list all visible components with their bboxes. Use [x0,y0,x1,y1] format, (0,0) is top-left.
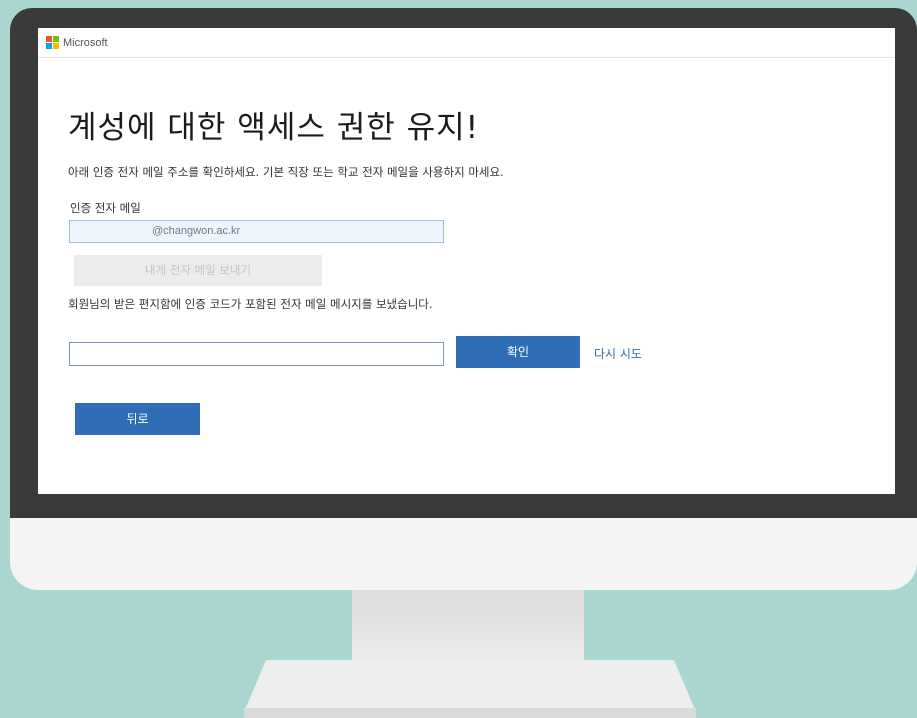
retry-link[interactable]: 다시 시도 [594,345,642,362]
verification-email-field: @changwon.ac.kr [69,220,444,243]
monitor-neck [352,590,584,664]
monitor-screen: Microsoft 계성에 대한 액세스 권한 유지! 아래 인증 전자 메일 … [38,28,895,494]
monitor-chin [10,518,917,590]
monitor-foot [244,660,696,712]
email-field-label: 인증 전자 메일 [70,201,141,215]
monitor-foot-edge [244,708,696,718]
instruction-text: 아래 인증 전자 메일 주소를 확인하세요. 기본 직장 또는 학교 전자 메일… [68,165,504,179]
code-sent-message: 회원님의 받은 편지함에 인증 코드가 포함된 전자 메일 메시지를 보냈습니다… [68,297,433,311]
illustration-stage: Microsoft 계성에 대한 액세스 권한 유지! 아래 인증 전자 메일 … [0,0,917,718]
send-email-button[interactable]: 내게 전자 메일 보내기 [74,255,322,286]
page-title: 계성에 대한 액세스 권한 유지! [68,110,480,146]
back-button[interactable]: 뒤로 [75,403,200,435]
confirm-button[interactable]: 확인 [456,336,580,368]
header-divider [38,57,895,58]
brand-name: Microsoft [63,36,108,49]
microsoft-logo-icon [46,36,59,49]
microsoft-header: Microsoft [46,36,108,49]
verification-code-input[interactable] [69,342,444,366]
